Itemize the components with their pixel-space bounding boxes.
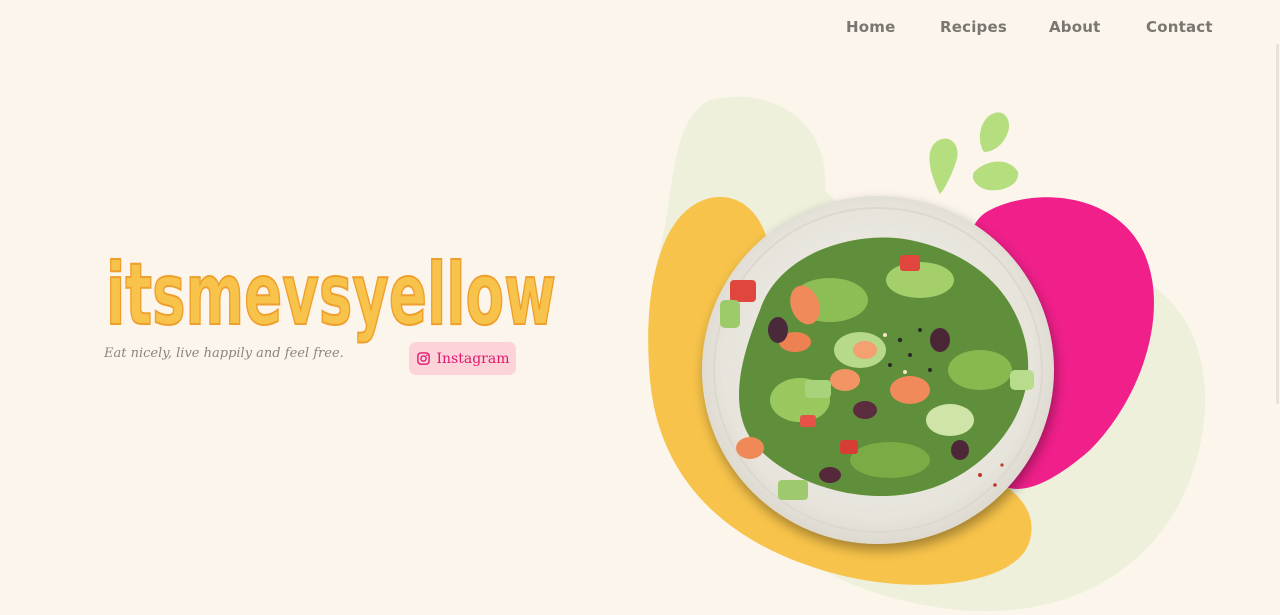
- nav-contact-link[interactable]: Contact: [1146, 18, 1213, 36]
- main-nav: Home Recipes About Contact: [0, 0, 1280, 56]
- page-scrollbar[interactable]: [1274, 0, 1280, 615]
- instagram-button[interactable]: Instagram: [409, 342, 516, 375]
- nav-about-link[interactable]: About: [1049, 18, 1101, 36]
- leaf-icon: [929, 138, 958, 194]
- leaf-icon: [979, 112, 1010, 152]
- brand-name: itsmevsyellow: [106, 245, 556, 345]
- nav-recipes-link[interactable]: Recipes: [940, 18, 1007, 36]
- leaf-icon: [972, 161, 1019, 191]
- nav-home-link[interactable]: Home: [846, 18, 895, 36]
- tagline: Eat nicely, live happily and feel free.: [104, 346, 344, 361]
- instagram-label: Instagram: [436, 350, 510, 367]
- instagram-icon: [416, 352, 430, 365]
- hero-illustration: [600, 80, 1280, 615]
- salad-plate-illustration: [648, 96, 1206, 612]
- scrollbar-thumb[interactable]: [1276, 44, 1279, 404]
